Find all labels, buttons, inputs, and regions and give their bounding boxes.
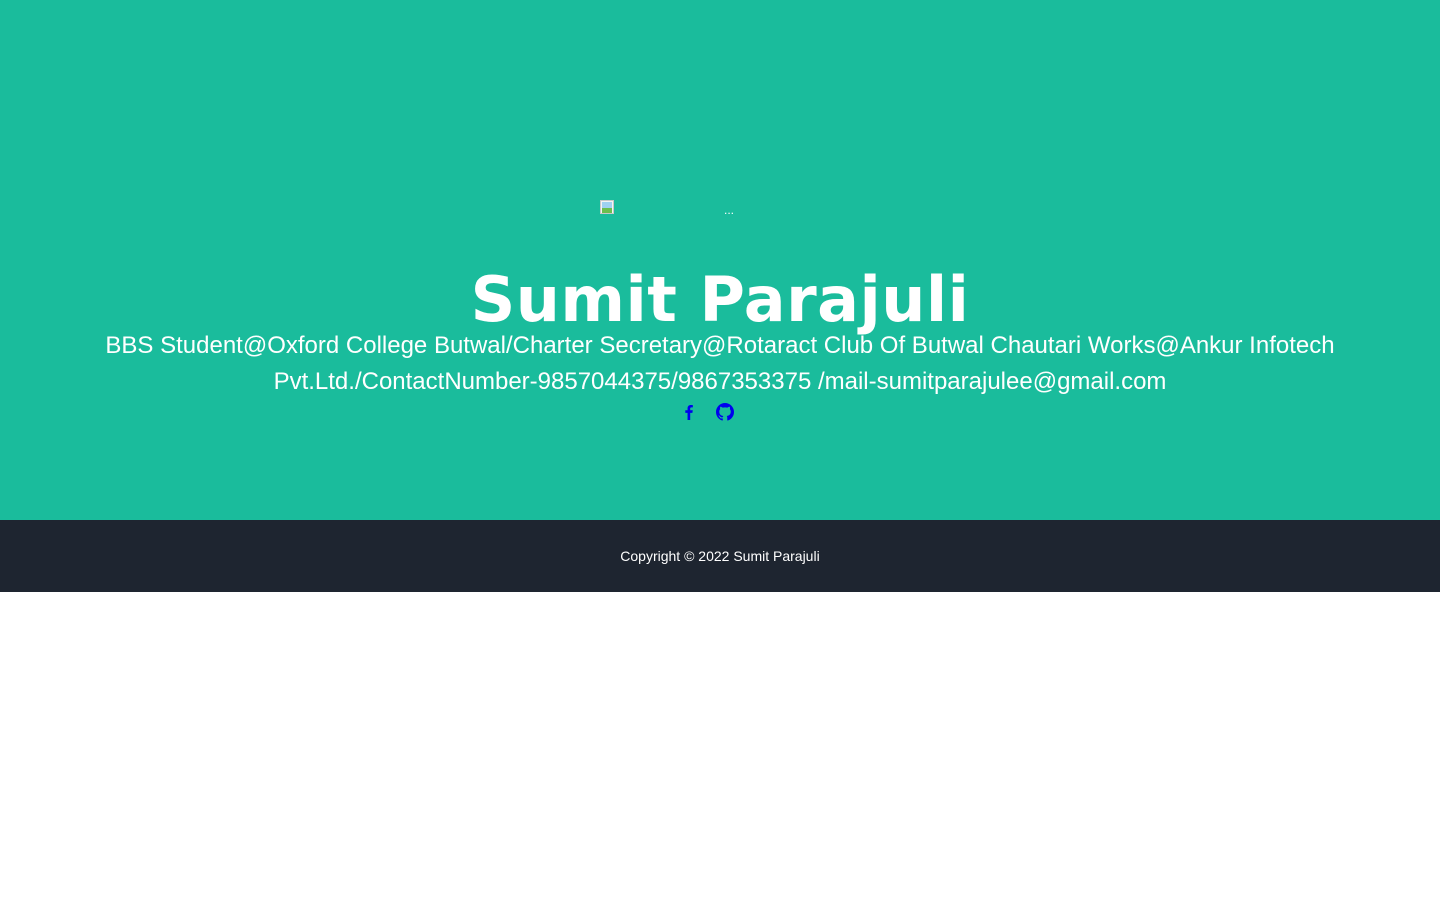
hero-section: ... Sumit Parajuli BBS Student@Oxford Co…	[0, 0, 1440, 520]
broken-image-icon	[600, 200, 614, 214]
github-link[interactable]	[716, 403, 734, 421]
avatar-alt-text: ...	[724, 203, 735, 217]
copyright-text: Copyright © 2022 Sumit Parajuli	[620, 548, 820, 564]
page-title: Sumit Parajuli	[470, 263, 970, 336]
footer: Copyright © 2022 Sumit Parajuli	[0, 520, 1440, 592]
profile-tagline: BBS Student@Oxford College Butwal/Charte…	[105, 332, 1335, 395]
social-links	[680, 402, 734, 422]
github-icon	[716, 403, 734, 421]
facebook-link[interactable]	[680, 403, 698, 421]
facebook-icon	[685, 405, 693, 420]
profile-avatar: ...	[600, 200, 840, 220]
